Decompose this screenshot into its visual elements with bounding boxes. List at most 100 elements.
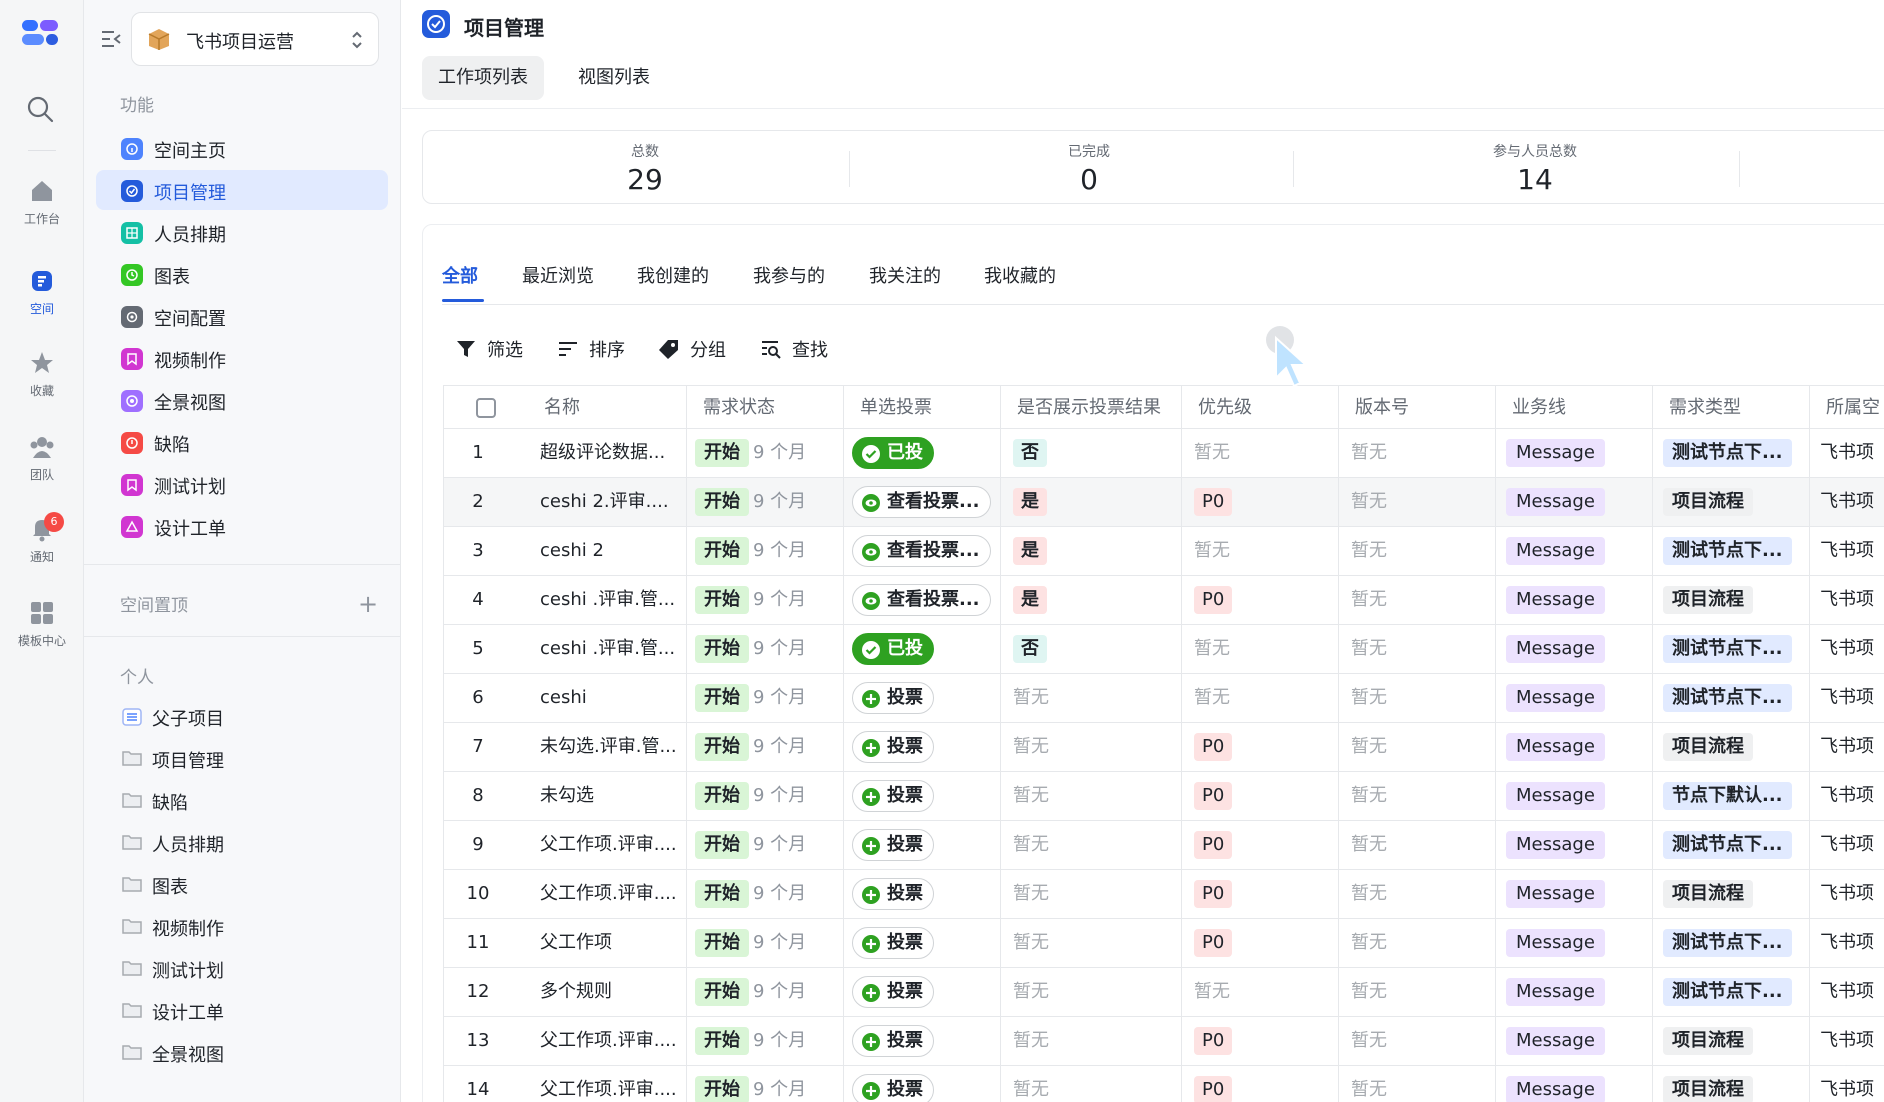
tab-view-list[interactable]: 视图列表 [562,56,666,100]
business-line-tag[interactable]: Message [1506,929,1605,957]
sidebar-item-feature[interactable]: 视频制作 [96,338,388,378]
status-tag[interactable]: 开始 [695,537,749,565]
show-result-tag[interactable]: 是 [1013,488,1047,516]
requirement-type-tag[interactable]: 测试节点下... [1663,537,1792,565]
rail-item-team[interactable]: 团队 [0,434,84,483]
priority-tag[interactable]: P0 [1194,586,1233,614]
table-row[interactable]: 10 父工作项.评审.... 开始 9 个月 投票 暂无 P0 暂无 Message 项目流程 飞书… [444,870,1884,919]
item-name-link[interactable]: ceshi .评审.管... [540,576,675,624]
item-name-link[interactable]: ceshi .评审.管... [540,625,675,673]
filter-tab[interactable]: 我收藏的 [984,262,1056,288]
app-logo[interactable] [20,18,60,48]
sidebar-item-personal[interactable]: 设计工单 [96,990,388,1030]
vote-button[interactable]: 查看投票... [852,584,991,616]
vote-button[interactable]: 投票 [852,927,934,959]
requirement-type-tag[interactable]: 测试节点下... [1663,831,1792,859]
status-tag[interactable]: 开始 [695,733,749,761]
column-header[interactable]: 版本号 [1339,386,1496,428]
status-tag[interactable]: 开始 [695,929,749,957]
item-name-link[interactable]: 父工作项.评审.... [540,1066,677,1102]
table-row[interactable]: 6 ceshi 开始 9 个月 投票 暂无 暂无 暂无 Message 测试节点下... 飞书项 [444,674,1884,723]
sidebar-item-personal[interactable]: 项目管理 [96,738,388,778]
space-switcher[interactable]: 飞书项目运营 [131,12,379,66]
item-name-link[interactable]: ceshi 2 [540,527,604,575]
vote-button[interactable]: 投票 [852,731,934,763]
item-name-link[interactable]: ceshi [540,674,587,722]
requirement-type-tag[interactable]: 测试节点下... [1663,978,1792,1006]
vote-button[interactable]: 投票 [852,682,934,714]
business-line-tag[interactable]: Message [1506,684,1605,712]
vote-button[interactable]: 查看投票... [852,535,991,567]
business-line-tag[interactable]: Message [1506,439,1605,467]
show-result-tag[interactable]: 是 [1013,537,1047,565]
priority-tag[interactable]: P0 [1194,1027,1233,1055]
vote-button[interactable]: 投票 [852,1025,934,1057]
vote-button[interactable]: 投票 [852,1074,934,1102]
requirement-type-tag[interactable]: 项目流程 [1663,733,1753,761]
requirement-type-tag[interactable]: 项目流程 [1663,1027,1753,1055]
sidebar-item-feature[interactable]: 人员排期 [96,212,388,252]
rail-item-space[interactable]: 空间 [0,268,84,317]
status-tag[interactable]: 开始 [695,586,749,614]
vote-button[interactable]: 投票 [852,878,934,910]
requirement-type-tag[interactable]: 项目流程 [1663,1076,1753,1102]
requirement-type-tag[interactable]: 项目流程 [1663,880,1753,908]
item-name-link[interactable]: 未勾选 [540,772,594,820]
rail-item-favorites[interactable]: 收藏 [0,350,84,399]
column-header[interactable]: 优先级 [1182,386,1339,428]
business-line-tag[interactable]: Message [1506,1027,1605,1055]
business-line-tag[interactable]: Message [1506,537,1605,565]
business-line-tag[interactable]: Message [1506,488,1605,516]
column-header[interactable]: 所属空 [1810,386,1884,428]
sidebar-item-personal[interactable]: 父子项目 [96,696,388,736]
vote-button[interactable]: 投票 [852,976,934,1008]
priority-tag[interactable]: P0 [1194,733,1233,761]
sidebar-item-feature[interactable]: 测试计划 [96,464,388,504]
vote-button[interactable]: 查看投票... [852,486,991,518]
business-line-tag[interactable]: Message [1506,635,1605,663]
search-icon[interactable] [25,94,55,124]
table-row[interactable]: 1 超级评论数据... 开始 9 个月 已投 否 暂无 暂无 Message 测试节点下... 飞书… [444,429,1884,478]
status-tag[interactable]: 开始 [695,880,749,908]
vote-button[interactable]: 投票 [852,780,934,812]
show-result-tag[interactable]: 否 [1013,635,1047,663]
status-tag[interactable]: 开始 [695,1027,749,1055]
status-tag[interactable]: 开始 [695,488,749,516]
requirement-type-tag[interactable]: 项目流程 [1663,586,1753,614]
table-row[interactable]: 5 ceshi .评审.管... 开始 9 个月 已投否暂无 暂无 Message 测试节点下… [444,625,1884,674]
requirement-type-tag[interactable]: 节点下默认... [1663,782,1792,810]
sidebar-item-personal[interactable]: 全景视图 [96,1032,388,1072]
rail-item-notifications[interactable]: 通知 [0,516,84,565]
business-line-tag[interactable]: Message [1506,782,1605,810]
requirement-type-tag[interactable]: 项目流程 [1663,488,1753,516]
column-header[interactable]: 名称 [444,386,687,428]
vote-button[interactable]: 投票 [852,829,934,861]
vote-button[interactable]: 已投 [852,437,934,469]
requirement-type-tag[interactable]: 测试节点下... [1663,929,1792,957]
business-line-tag[interactable]: Message [1506,978,1605,1006]
business-line-tag[interactable]: Message [1506,733,1605,761]
business-line-tag[interactable]: Message [1506,586,1605,614]
sidebar-item-feature[interactable]: 空间主页 [96,128,388,168]
business-line-tag[interactable]: Message [1506,880,1605,908]
status-tag[interactable]: 开始 [695,831,749,859]
table-row[interactable]: 8 未勾选 开始 9 个月 投票 暂无 P0 暂无 Message 节点下默认... 飞书项 [444,772,1884,821]
status-tag[interactable]: 开始 [695,978,749,1006]
priority-tag[interactable]: P0 [1194,929,1233,957]
business-line-tag[interactable]: Message [1506,831,1605,859]
table-row[interactable]: 3 ceshi 2 开始 9 个月 查看投票... 是 暂无 暂无 Message 测试节点下..… [444,527,1884,576]
filter-tab[interactable]: 我参与的 [753,262,825,288]
status-tag[interactable]: 开始 [695,684,749,712]
sidebar-item-feature[interactable]: 设计工单 [96,506,388,546]
show-result-tag[interactable]: 否 [1013,439,1047,467]
show-result-tag[interactable]: 是 [1013,586,1047,614]
business-line-tag[interactable]: Message [1506,1076,1605,1102]
table-row[interactable]: 12 多个规则 开始 9 个月 投票 暂无 暂无 暂无 Message 测试节点下... 飞书项 [444,968,1884,1017]
table-row[interactable]: 7 未勾选.评审.管... 开始 9 个月 投票 暂无 P0 暂无 Message 项目流程 飞书项 [444,723,1884,772]
item-name-link[interactable]: 多个规则 [540,968,612,1016]
item-name-link[interactable]: 父工作项.评审.... [540,1017,677,1065]
table-row[interactable]: 9 父工作项.评审.... 开始 9 个月 投票 暂无 P0 暂无 Message 测试节点下..… [444,821,1884,870]
item-name-link[interactable]: 超级评论数据... [540,429,665,477]
add-pinned-button[interactable]: + [358,592,378,616]
sidebar-item-personal[interactable]: 图表 [96,864,388,904]
